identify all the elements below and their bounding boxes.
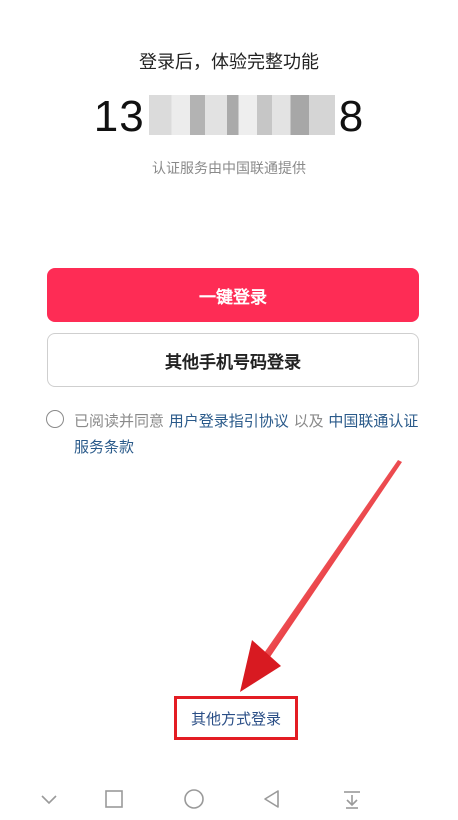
- provider-note: 认证服务由中国联通提供: [152, 161, 306, 177]
- agreement-row: 已阅读并同意 用户登录指引协议 以及 中国联通认证服务条款: [46, 408, 426, 460]
- circle-home-icon[interactable]: [181, 786, 207, 812]
- triangle-back-icon[interactable]: [259, 786, 285, 812]
- agreement-text: 已阅读并同意 用户登录指引协议 以及 中国联通认证服务条款: [74, 408, 426, 460]
- phone-mask: [148, 95, 335, 135]
- agreement-connector: 以及: [288, 412, 329, 430]
- other-phone-login-button[interactable]: 其他手机号码登录: [47, 333, 419, 387]
- masked-phone-number: 13 8: [0, 92, 458, 142]
- user-agreement-link[interactable]: 用户登录指引协议: [169, 412, 289, 430]
- square-icon[interactable]: [101, 786, 127, 812]
- other-login-methods-link[interactable]: 其他方式登录: [174, 696, 298, 740]
- phone-suffix: 8: [338, 92, 365, 141]
- system-nav-bar: [0, 780, 458, 816]
- agreement-checkbox[interactable]: [46, 410, 64, 428]
- chevron-down-icon[interactable]: [36, 786, 62, 812]
- phone-prefix: 13: [93, 92, 145, 141]
- one-click-login-button[interactable]: 一键登录: [47, 268, 419, 322]
- agreement-prefix: 已阅读并同意: [74, 412, 169, 430]
- page-title: 登录后，体验完整功能: [139, 52, 319, 73]
- pull-down-icon[interactable]: [339, 786, 365, 812]
